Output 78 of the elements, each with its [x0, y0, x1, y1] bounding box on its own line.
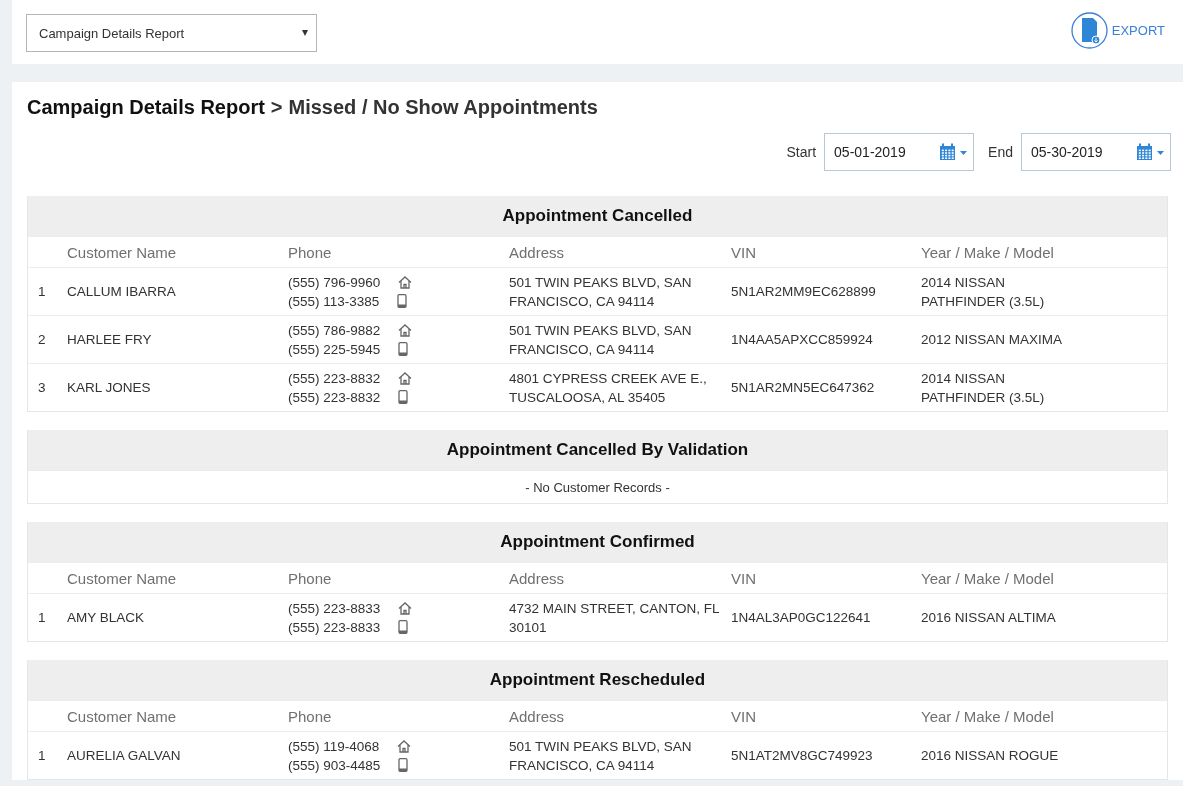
breadcrumb-link[interactable]: Campaign Details Report	[27, 96, 265, 119]
vehicle-cell-text: 2016 NISSAN ROGUE	[921, 747, 1060, 765]
customer-name: KARL JONES	[67, 379, 152, 397]
row-number: 1	[38, 609, 47, 627]
mobile-phone-icon	[398, 390, 409, 404]
vehicle-cell-text: 2012 NISSAN MAXIMA	[921, 331, 1064, 349]
row-number: 2	[38, 331, 47, 349]
home-icon	[398, 323, 413, 337]
address-cell-text: 501 TWIN PEAKS BLVD, SAN FRANCISCO, CA 94114	[509, 321, 693, 359]
vin-cell-text: 5N1AR2MM9EC628899	[731, 283, 877, 301]
vin-cell-text: 5N1AR2MN5EC647362	[731, 379, 876, 397]
phone-number: (555) 223-8832	[288, 369, 382, 388]
mobile-phone-icon	[398, 342, 409, 356]
caret-icon	[302, 30, 308, 36]
vehicle-cell-text: 2014 NISSAN PATHFINDER (3.5L)	[921, 273, 1046, 311]
customer-name: AMY BLACK	[67, 609, 146, 627]
phone-number: (555) 113-3385	[288, 292, 381, 311]
customer-name: HARLEE FRY	[67, 331, 153, 349]
home-icon	[398, 601, 413, 615]
home-icon	[397, 739, 412, 753]
column-header: Year / Make / Model	[921, 243, 1055, 261]
file-download-icon	[1070, 11, 1108, 49]
vin-cell-text: 5N1AT2MV8GC749923	[731, 747, 874, 765]
start-label: Start	[786, 144, 817, 160]
column-header: Phone	[288, 243, 333, 261]
calendar-dropdown-icon[interactable]	[939, 143, 970, 161]
vin-cell-text: 1N4AA5APXCC859924	[731, 331, 874, 349]
phone-number: (555) 796-9960	[288, 273, 382, 292]
vin-cell-text: 1N4AL3AP0GC122641	[731, 609, 872, 627]
customer-name: CALLUM IBARRA	[67, 283, 177, 301]
row-number: 1	[38, 747, 47, 765]
row-number: 3	[38, 379, 47, 397]
phone-number: (555) 223-8833	[288, 618, 382, 637]
phone-number: (555) 786-9882	[288, 321, 382, 340]
customer-name: AURELIA GALVAN	[67, 747, 182, 765]
column-header: VIN	[731, 243, 757, 261]
end-label: End	[988, 144, 1013, 160]
empty-message: - No Customer Records -	[28, 470, 1167, 503]
address-cell-text: 501 TWIN PEAKS BLVD, SAN FRANCISCO, CA 94114	[509, 273, 693, 311]
home-icon	[398, 371, 413, 385]
section-title: Appointment Rescheduled	[28, 660, 1167, 700]
end-date-field[interactable]: 05-30-2019	[1021, 133, 1171, 171]
section-title: Appointment Confirmed	[28, 522, 1167, 562]
mobile-phone-icon	[397, 294, 408, 308]
column-header: VIN	[731, 569, 757, 587]
address-cell-text: 4801 CYPRESS CREEK AVE E., TUSCALOOSA, AL 35405	[509, 369, 708, 407]
home-icon	[398, 275, 413, 289]
column-header: Address	[509, 243, 566, 261]
column-header: Year / Make / Model	[921, 569, 1055, 587]
phone-number: (555) 223-8833	[288, 599, 382, 618]
phone-number: (555) 225-5945	[288, 340, 382, 359]
vehicle-cell-text: 2016 NISSAN ALTIMA	[921, 609, 1057, 627]
row-number: 1	[38, 283, 47, 301]
column-header: Address	[509, 569, 566, 587]
column-header: Customer Name	[67, 569, 178, 587]
address-cell-text: 501 TWIN PEAKS BLVD, SAN FRANCISCO, CA 94114	[509, 737, 693, 775]
column-header: VIN	[731, 707, 757, 725]
export-button[interactable]: EXPORT	[1070, 11, 1165, 49]
section-title: Appointment Cancelled By Validation	[28, 430, 1167, 470]
phone-number: (555) 119-4068	[288, 737, 381, 756]
mobile-phone-icon	[398, 620, 409, 634]
column-header: Address	[509, 707, 566, 725]
vehicle-cell-text: 2014 NISSAN PATHFINDER (3.5L)	[921, 369, 1046, 407]
phone-number: (555) 903-4485	[288, 756, 382, 775]
column-header: Phone	[288, 707, 333, 725]
address-cell-text: 4732 MAIN STREET, CANTON, FL 30101	[509, 599, 721, 637]
mobile-phone-icon	[398, 758, 409, 772]
column-header: Year / Make / Model	[921, 707, 1055, 725]
calendar-dropdown-icon[interactable]	[1136, 143, 1166, 161]
start-date-field[interactable]: 05-01-2019	[824, 133, 975, 171]
section-title: Appointment Cancelled	[28, 196, 1167, 236]
report-select[interactable]: Campaign Details Report	[26, 14, 317, 52]
page-title: Missed / No Show Appointments	[288, 96, 598, 119]
column-header: Phone	[288, 569, 333, 587]
column-header: Customer Name	[67, 243, 178, 261]
phone-number: (555) 223-8832	[288, 388, 382, 407]
column-header: Customer Name	[67, 707, 178, 725]
breadcrumb-separator: >	[270, 96, 283, 119]
